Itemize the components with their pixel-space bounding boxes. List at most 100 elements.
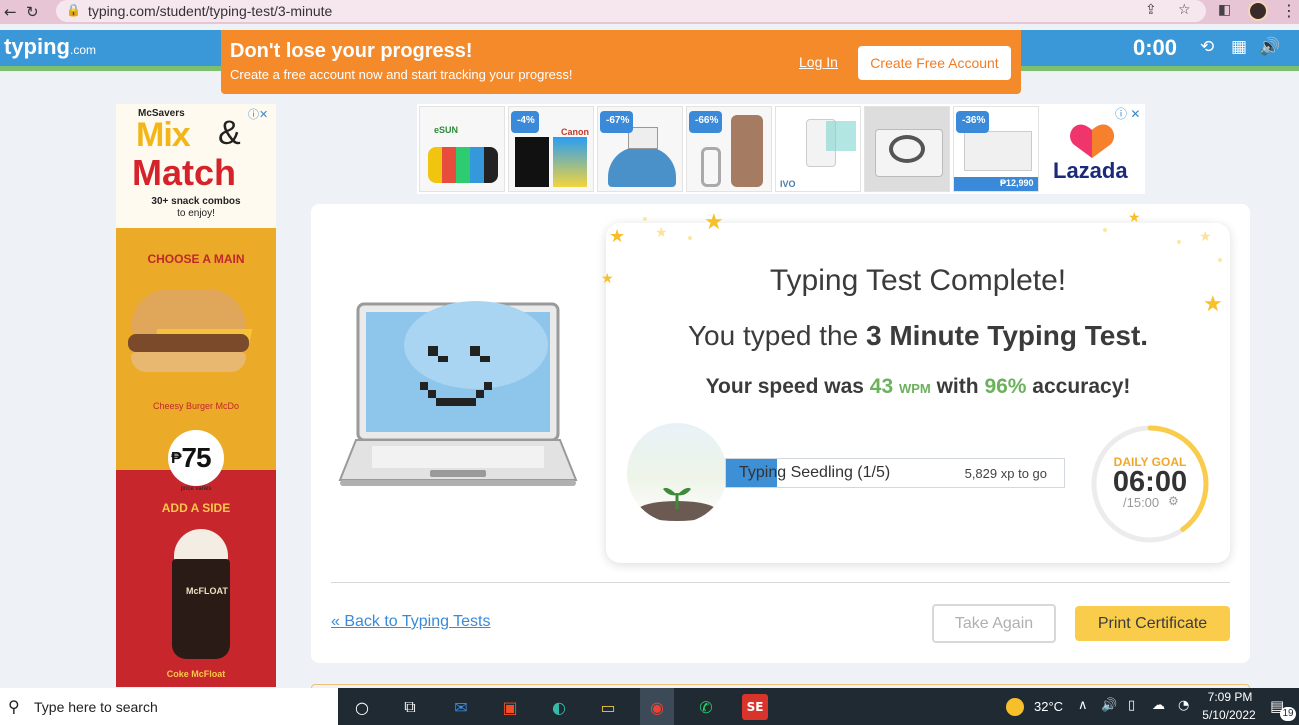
task-view-icon[interactable]: ⧉ (397, 694, 423, 720)
logo-suffix: .com (70, 43, 97, 57)
test-name: 3 Minute Typing Test. (865, 320, 1149, 351)
taskbar-search-input[interactable]: Type here to search (34, 699, 158, 715)
store-icon[interactable]: ▣ (497, 694, 523, 720)
sparkle-dot (1103, 228, 1107, 232)
profile-avatar[interactable] (1248, 1, 1268, 21)
reload-icon[interactable]: ↻ (26, 2, 39, 22)
chrome-icon[interactable]: ◉ (644, 694, 670, 720)
accuracy-value: 96% (984, 375, 1027, 398)
side-panel-icon[interactable]: ◧ (1218, 2, 1231, 18)
ad-side-name: Coke McFloat (166, 669, 226, 679)
xp-to-go: 5,829 xp to go (964, 466, 1047, 481)
speed-mid: with (930, 375, 985, 398)
notification-count: 19 (1280, 707, 1296, 721)
share-icon[interactable]: ⇪ (1145, 2, 1157, 18)
back-to-tests-link[interactable]: « Back to Typing Tests (331, 613, 491, 631)
ad-info-icon[interactable]: ⓘ ✕ (1115, 105, 1140, 122)
daily-goal-total: /15:00 (1123, 495, 1160, 510)
ad-mix-text: Mix (136, 116, 191, 154)
tile-text: ₱12,990 (1000, 178, 1034, 188)
tray-wifi-icon[interactable]: ◔ (1178, 698, 1189, 713)
discount-badge: -36% (956, 111, 990, 133)
left-advertisement[interactable]: McSavers ⓘ✕ Mix & Match 30+ snack combos… (116, 104, 276, 687)
test-timer: 0:00 (1133, 35, 1178, 60)
ad-tile-hotplate[interactable] (864, 106, 950, 192)
tile-text: Canon (561, 127, 589, 137)
ad-combos-text: 30+ snack combos (151, 196, 241, 207)
seedling-icon (637, 487, 717, 521)
lazada-brand: Lazada (1053, 158, 1128, 183)
ad-match-text: Match (132, 152, 237, 193)
ad-tile-printer[interactable]: -36% ₱12,990 (953, 106, 1039, 192)
top-advertisement[interactable]: eSUN -4% Canon -67% -66% IVO -36% ₱12,99… (417, 104, 1145, 194)
tile-text: IVO (780, 179, 796, 189)
ad-tile-dispenser[interactable]: -67% (597, 106, 683, 192)
star-icon: ★ (655, 225, 668, 241)
weather-sun-icon[interactable] (1006, 698, 1024, 716)
kebab-menu-icon[interactable]: ⋮ (1281, 1, 1297, 20)
star-icon: ★ (609, 226, 626, 247)
lazada-heart-icon (1070, 124, 1114, 158)
tray-battery-icon[interactable]: ▯ (1128, 698, 1135, 713)
volume-icon[interactable]: 🔊 (1259, 37, 1280, 57)
tray-volume-icon[interactable]: 🔊 (1101, 698, 1117, 713)
star-icon: ★ (1199, 229, 1212, 245)
logo-text: typing (4, 34, 70, 59)
ad-tile-filament[interactable]: eSUN (419, 106, 505, 192)
history-icon[interactable]: ⟲ (1200, 37, 1214, 57)
back-arrow-icon[interactable]: ← (4, 2, 17, 22)
login-link[interactable]: Log In (799, 54, 838, 70)
ad-tile-ink[interactable]: -4% Canon (508, 106, 594, 192)
ad-info-icon[interactable]: ⓘ✕ (248, 106, 268, 122)
weather-temperature[interactable]: 32°C (1034, 699, 1063, 714)
whatsapp-icon[interactable]: ✆ (693, 694, 719, 720)
search-icon[interactable]: ⚲ (8, 697, 20, 716)
ad-add-side: ADD A SIDE (161, 501, 231, 515)
print-certificate-button[interactable]: Print Certificate (1075, 606, 1230, 641)
file-explorer-icon[interactable]: ▭ (595, 694, 621, 720)
test-prefix: You typed the (687, 320, 866, 351)
app-se-icon[interactable]: SE (742, 694, 768, 720)
level-progress-bar: Typing Seedling (1/5) 5,829 xp to go (725, 458, 1065, 488)
ad-tile-ivo[interactable]: IVO (775, 106, 861, 192)
star-icon: ★ (704, 210, 724, 235)
ad-choose-main: CHOOSE A MAIN (147, 252, 245, 266)
test-name-line: You typed the 3 Minute Typing Test. (606, 320, 1230, 352)
tray-chevron-icon[interactable]: ∧ (1078, 698, 1088, 713)
sparkle-dot (688, 236, 692, 240)
site-logo[interactable]: typing.com (4, 34, 96, 60)
discount-badge: -4% (511, 111, 539, 133)
tray-cloud-icon[interactable]: ☁ (1152, 698, 1165, 713)
completion-title: Typing Test Complete! (769, 264, 1067, 297)
clock-time[interactable]: 7:09 PM (1205, 690, 1255, 704)
speed-suffix: accuracy! (1026, 375, 1131, 398)
speed-prefix: Your speed was (705, 375, 870, 398)
create-account-button[interactable]: Create Free Account (858, 46, 1011, 80)
wpm-value: 43 (869, 375, 894, 398)
star-icon: ★ (1128, 210, 1141, 226)
cup-label: McFLOAT (186, 586, 228, 596)
bookmark-star-icon[interactable]: ☆ (1178, 2, 1191, 18)
wpm-unit: WPM (898, 381, 931, 396)
speed-summary: Your speed was 43 WPM with 96% accuracy! (606, 375, 1230, 399)
sparkle-dot (1177, 240, 1181, 244)
ad-burger-name: Cheesy Burger McDo (152, 401, 240, 411)
signup-promo-banner: Don't lose your progress! Create a free … (221, 30, 1021, 94)
ad-enjoy-text: to enjoy! (177, 208, 215, 219)
seedling-badge (627, 423, 727, 523)
gear-icon[interactable]: ⚙ (1168, 494, 1179, 508)
mail-icon[interactable]: ✉ (448, 694, 474, 720)
promo-subtitle: Create a free account now and start trac… (230, 67, 573, 82)
cortana-icon[interactable]: ○ (349, 694, 375, 720)
stats-icon[interactable]: ▦ (1231, 37, 1247, 57)
lock-icon[interactable]: 🔒 (66, 3, 81, 17)
happy-laptop-illustration (338, 301, 578, 486)
discount-badge: -67% (600, 111, 634, 133)
ad-tile-phone-stand[interactable]: -66% (686, 106, 772, 192)
clock-date[interactable]: 5/10/2022 (1198, 708, 1260, 722)
url-text[interactable]: typing.com/student/typing-test/3-minute (88, 3, 332, 19)
take-again-button[interactable]: Take Again (932, 604, 1056, 643)
ad-price-note: price varies (180, 486, 212, 492)
level-label: Typing Seedling (1/5) (739, 464, 891, 481)
edge-icon[interactable]: ◐ (546, 694, 572, 720)
